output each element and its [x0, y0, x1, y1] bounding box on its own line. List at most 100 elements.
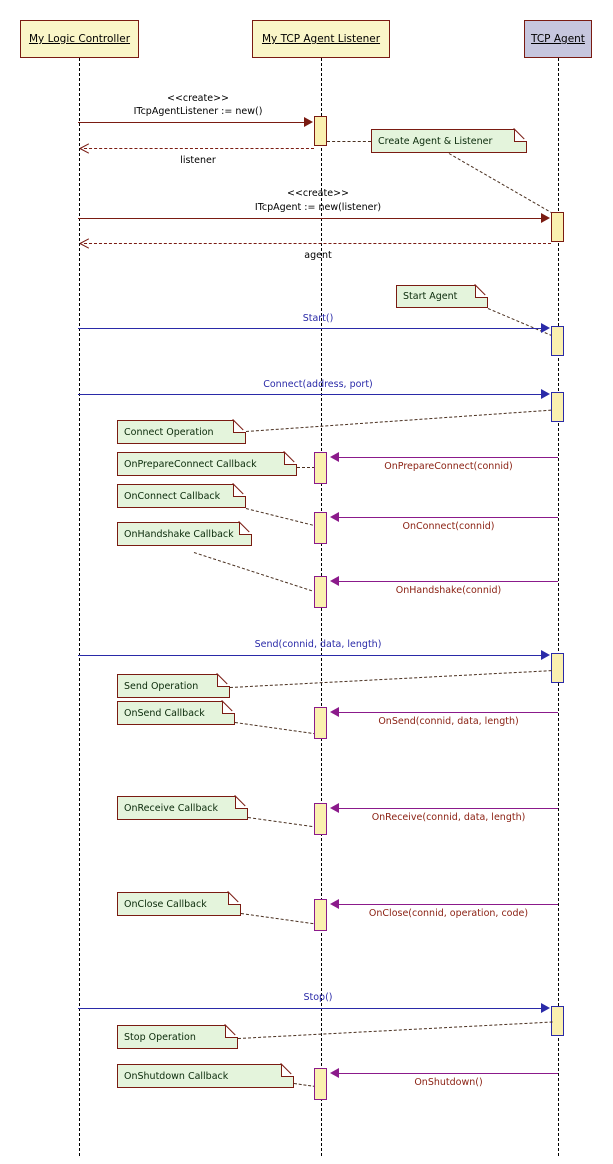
activation-agent-5 — [551, 1006, 564, 1036]
message-line-m7 — [339, 457, 558, 458]
arrowhead-m13 — [330, 899, 339, 909]
note-text: Connect Operation — [124, 426, 214, 438]
message-label-m11: OnSend(connid, data, length) — [378, 716, 519, 727]
message-line-m6 — [78, 394, 543, 395]
note-onhandshake-callback: OnHandshake Callback — [117, 522, 252, 546]
message-label-m1-line2: ITcpAgentListener := new() — [133, 106, 263, 117]
participant-my-logic-controller[interactable]: My Logic Controller — [20, 20, 139, 58]
arrowhead-m1 — [304, 117, 313, 127]
note-text: Send Operation — [124, 680, 199, 692]
arrowhead-m2 — [80, 144, 89, 153]
arrowhead-m7 — [330, 452, 339, 462]
message-label-m3-line2: ITcpAgent := new(listener) — [254, 202, 382, 213]
note-onsend-callback: OnSend Callback — [117, 701, 235, 725]
activation-listener-5 — [314, 707, 327, 739]
note-connector-n4 — [297, 467, 315, 468]
activation-agent-3 — [551, 392, 564, 422]
note-connect-operation: Connect Operation — [117, 420, 246, 444]
note-connector-n6 — [193, 552, 313, 592]
message-label-m7: OnPrepareConnect(connid) — [384, 461, 513, 472]
arrowhead-m12 — [330, 803, 339, 813]
participant-my-tcp-agent-listener[interactable]: My TCP Agent Listener — [252, 20, 390, 58]
note-fold-icon — [233, 420, 246, 433]
arrowhead-m14 — [541, 1003, 550, 1013]
arrowhead-m11 — [330, 707, 339, 717]
participant-label: My Logic Controller — [28, 33, 131, 45]
arrowhead-m9 — [330, 576, 339, 586]
note-fold-icon — [217, 674, 230, 687]
note-create-agent-listener: Create Agent & Listener — [371, 129, 527, 153]
message-label-m4: agent — [304, 250, 332, 261]
participant-tcp-agent[interactable]: TCP Agent — [524, 20, 592, 58]
note-fold-icon — [239, 522, 252, 535]
message-label-m3-line1: <<create>> — [287, 188, 349, 199]
message-label-m8: OnConnect(connid) — [402, 521, 495, 532]
note-text: OnShutdown Callback — [124, 1070, 229, 1082]
note-fold-icon — [284, 452, 297, 465]
note-stop-operation: Stop Operation — [117, 1025, 238, 1049]
message-line-m14 — [78, 1008, 543, 1009]
note-text: OnConnect Callback — [124, 490, 221, 502]
message-line-m11 — [339, 712, 558, 713]
note-connector-n12 — [293, 1083, 316, 1088]
message-line-m3 — [78, 218, 543, 219]
note-text: OnReceive Callback — [124, 802, 219, 814]
note-connector-n11 — [237, 1021, 553, 1039]
arrowhead-m8 — [330, 512, 339, 522]
message-line-m2 — [84, 148, 314, 149]
note-text: Stop Operation — [124, 1031, 196, 1043]
sequence-diagram-canvas: My Logic Controller My TCP Agent Listene… — [0, 0, 613, 1164]
message-label-m13: OnClose(connid, operation, code) — [368, 908, 529, 919]
note-connector-n5 — [245, 508, 318, 527]
note-onconnect-callback: OnConnect Callback — [117, 484, 246, 508]
note-connector-n1 — [327, 141, 371, 142]
note-text: Start Agent — [403, 291, 458, 302]
message-line-m10 — [78, 655, 543, 656]
note-onshutdown-callback: OnShutdown Callback — [117, 1064, 294, 1088]
message-line-m8 — [339, 517, 558, 518]
message-label-m15: OnShutdown() — [414, 1077, 483, 1088]
message-line-m9 — [339, 581, 558, 582]
note-fold-icon — [514, 129, 527, 142]
message-line-m12 — [339, 808, 558, 809]
note-connector-n9 — [247, 817, 318, 828]
message-line-m15 — [339, 1073, 558, 1074]
message-label-m10: Send(connid, data, length) — [254, 639, 382, 650]
message-line-m13 — [339, 904, 558, 905]
activation-listener-8 — [314, 1068, 327, 1100]
message-label-m5: Start() — [302, 313, 334, 324]
message-label-m6: Connect(address, port) — [263, 379, 373, 390]
participant-label: My TCP Agent Listener — [261, 33, 381, 45]
arrowhead-m15 — [330, 1068, 339, 1078]
message-line-m5 — [78, 328, 543, 329]
note-connector-n3 — [245, 409, 552, 432]
note-fold-icon — [281, 1064, 294, 1077]
note-start-agent: Start Agent — [396, 285, 488, 308]
note-fold-icon — [228, 892, 241, 905]
note-fold-icon — [475, 285, 488, 298]
note-onclose-callback: OnClose Callback — [117, 892, 241, 916]
message-label-m9: OnHandshake(connid) — [395, 585, 502, 596]
participant-label: TCP Agent — [531, 33, 585, 45]
arrowhead-m10 — [541, 650, 550, 660]
note-text: OnPrepareConnect Callback — [124, 458, 257, 470]
message-label-m12: OnReceive(connid, data, length) — [371, 812, 526, 823]
note-connector-n7 — [229, 670, 552, 688]
arrowhead-m3 — [541, 213, 550, 223]
arrowhead-m5 — [541, 323, 550, 333]
note-send-operation: Send Operation — [117, 674, 230, 698]
activation-listener-2 — [314, 452, 327, 484]
activation-listener-7 — [314, 899, 327, 931]
message-label-m1-line1: <<create>> — [167, 93, 229, 104]
note-fold-icon — [233, 484, 246, 497]
activation-listener-1 — [314, 116, 327, 146]
note-text: OnSend Callback — [124, 707, 205, 719]
note-onprepareconnect-callback: OnPrepareConnect Callback — [117, 452, 297, 476]
note-fold-icon — [222, 701, 235, 714]
note-onreceive-callback: OnReceive Callback — [117, 796, 248, 820]
message-label-m14: Stop() — [303, 992, 333, 1003]
message-line-m4 — [84, 243, 551, 244]
activation-agent-4 — [551, 653, 564, 683]
activation-listener-4 — [314, 576, 327, 608]
activation-listener-6 — [314, 803, 327, 835]
